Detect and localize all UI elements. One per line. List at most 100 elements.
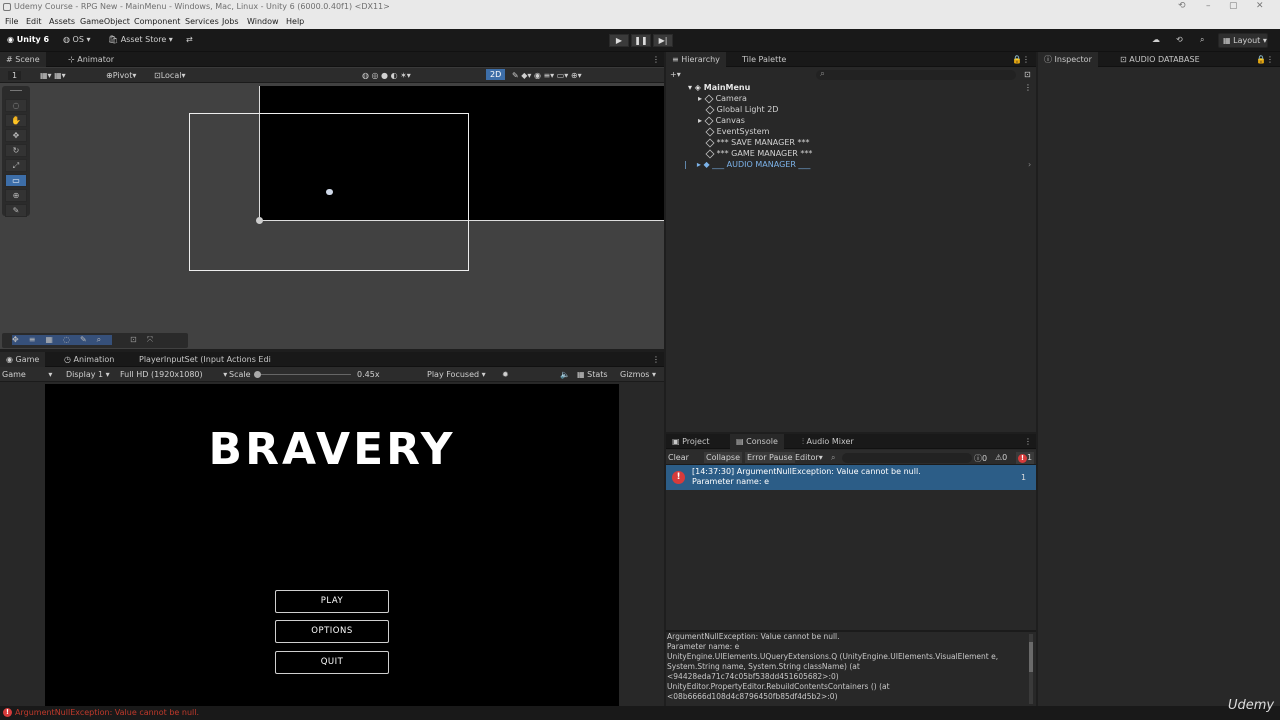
tab-inspector[interactable]: ⓘ Inspector — [1038, 52, 1098, 67]
pause-button[interactable]: ❚❚ — [631, 34, 651, 47]
hierarchy-root-row[interactable]: ▾ ◈ MainMenu ⋮ — [666, 83, 1036, 94]
scale-tool-icon[interactable]: ⤢ — [5, 159, 27, 172]
menu-gameobject[interactable]: GameObject — [80, 17, 130, 26]
view-tool-icon[interactable]: ◌ — [5, 99, 27, 112]
tilemap-tool-icons[interactable]: ✥≡▦◌✎⌕ — [12, 335, 112, 345]
hand-tool-icon[interactable]: ✋ — [5, 114, 27, 127]
toggle-2d-button[interactable]: 2D — [486, 69, 506, 80]
tab-project[interactable]: ▣ Project — [666, 434, 715, 449]
game-mode-dropdown[interactable]: Game ▾ — [2, 370, 52, 379]
create-button[interactable]: +▾ — [670, 70, 681, 79]
rect-tool-icon[interactable]: ▭ — [5, 174, 27, 187]
minimize-button[interactable]: – — [1206, 1, 1211, 11]
maximize-button[interactable]: ▢ — [1229, 1, 1238, 11]
tab-audio-database[interactable]: ⊡ AUDIO DATABASE — [1114, 52, 1206, 67]
play-button[interactable]: ▶ — [609, 34, 629, 47]
tab-input-actions[interactable]: PlayerInputSet (Input Actions Edi — [133, 352, 277, 367]
scene-viewport[interactable] — [0, 83, 664, 349]
editor-dropdown[interactable]: Editor▾ — [795, 453, 823, 462]
resolution-dropdown[interactable]: Full HD (1920x1080) ▾ — [120, 370, 227, 379]
console-search-input[interactable] — [842, 453, 972, 463]
console-menu-icon[interactable]: ⋮ — [1018, 434, 1038, 449]
local-dropdown[interactable]: ⊡Local▾ — [154, 71, 185, 80]
collapse-button[interactable]: Collapse — [704, 452, 742, 463]
scene-menu-icon[interactable]: ⋮ — [646, 52, 666, 67]
grid-icon[interactable]: ▦▾ ▦▾ — [40, 71, 66, 80]
clear-button[interactable]: Clear — [668, 453, 689, 462]
game-viewport[interactable]: BRAVERY PLAY OPTIONS QUIT — [45, 384, 619, 706]
menu-services[interactable]: Services — [185, 17, 219, 26]
play-focused-dropdown[interactable]: Play Focused ▾ — [427, 370, 486, 379]
tab-console[interactable]: ▤ Console — [730, 434, 784, 449]
inspector-lock-icon[interactable]: 🔒⋮ — [1250, 52, 1280, 67]
move-tool-icon[interactable]: ✥ — [5, 129, 27, 142]
search-icon[interactable]: ⌕ — [1200, 35, 1204, 45]
hierarchy-item-save-manager[interactable]: *** SAVE MANAGER *** — [698, 137, 1036, 149]
scale-slider[interactable] — [254, 371, 351, 378]
pivot-dropdown[interactable]: ⊕Pivot▾ — [106, 71, 136, 80]
stacktrace-scrollbar[interactable] — [1029, 634, 1033, 704]
tab-game[interactable]: ◉ Game — [0, 352, 46, 367]
menu-assets[interactable]: Assets — [49, 17, 75, 26]
tab-hierarchy[interactable]: ≡ Hierarchy — [666, 52, 726, 67]
menu-help[interactable]: Help — [286, 17, 304, 26]
quit-menu-button[interactable]: QUIT — [275, 651, 389, 674]
gizmos-dropdown[interactable]: Gizmos ▾ — [620, 370, 656, 379]
console-stacktrace[interactable]: ArgumentNullException: Value cannot be n… — [666, 632, 1028, 706]
menu-file[interactable]: File — [5, 17, 18, 26]
status-message[interactable]: ArgumentNullException: Value cannot be n… — [15, 708, 199, 717]
play-menu-button[interactable]: PLAY — [275, 590, 389, 613]
hierarchy-item-audio-manager[interactable]: | ▸ ◆ ___ AUDIO MANAGER ___ › — [684, 160, 1036, 171]
history-icon[interactable]: ⟲ — [1178, 1, 1186, 11]
hierarchy-item-canvas[interactable]: ▸ Canvas — [698, 115, 1036, 127]
mute-audio-icon[interactable]: 🔈 — [560, 370, 570, 379]
scene-view-icons[interactable]: ✎ ◆▾ ◉ ≡▾ ▭▾ ⊕▾ — [512, 71, 582, 80]
console-log-entry[interactable]: ! [14:37:30] ArgumentNullException: Valu… — [666, 465, 1036, 490]
canvas-pivot-handle[interactable] — [256, 217, 263, 224]
tilemap-extra-icons[interactable]: ⊡⤧ — [130, 335, 163, 345]
unity-account-button[interactable]: ◉ Unity 6 — [7, 35, 49, 44]
tab-scene[interactable]: # Scene — [0, 52, 46, 67]
error-pause-button[interactable]: Error Pause — [745, 452, 795, 463]
menu-jobs[interactable]: Jobs — [222, 17, 239, 26]
stats-button[interactable]: ▦ Stats — [577, 370, 608, 379]
stacktrace-scrollbar-thumb[interactable] — [1029, 642, 1033, 672]
display-dropdown[interactable]: Display 1 ▾ — [66, 370, 110, 379]
shading-icons[interactable]: ◍ ◎ ● ◐ ✶▾ — [362, 71, 411, 80]
hierarchy-item-camera[interactable]: ▸ Camera — [698, 93, 1036, 105]
bug-icon[interactable]: ✹ — [502, 370, 509, 379]
cloud-icon[interactable]: ☁ — [1152, 35, 1160, 44]
hierarchy-item-global-light[interactable]: Global Light 2D — [698, 104, 1036, 116]
options-menu-button[interactable]: OPTIONS — [275, 620, 389, 643]
lock-icon[interactable]: 🔒⋮ — [1006, 52, 1036, 67]
log-count-toggle[interactable]: ⓘ0 — [974, 453, 987, 464]
game-menu-icon[interactable]: ⋮ — [646, 352, 666, 367]
step-button[interactable]: ▶| — [653, 34, 673, 47]
grid-size-field[interactable]: 1 — [8, 71, 22, 80]
transform-tool-icon[interactable]: ⊕ — [5, 189, 27, 202]
layout-dropdown[interactable]: ▦ Layout ▾ — [1218, 33, 1268, 48]
rotate-tool-icon[interactable]: ↻ — [5, 144, 27, 157]
history-icon[interactable]: ⟲ — [1176, 35, 1183, 44]
hierarchy-search-input[interactable]: ⌕ — [816, 69, 1016, 80]
error-count-toggle[interactable]: ! 1 — [1016, 452, 1035, 464]
scene-options-icon[interactable]: ⋮ — [1024, 83, 1032, 92]
hierarchy-item-eventsystem[interactable]: EventSystem — [698, 126, 1036, 138]
tab-audio-mixer[interactable]: ⫶ Audio Mixer — [796, 434, 860, 449]
asset-store-dropdown[interactable]: 🛍 Asset Store ▾ — [108, 35, 173, 44]
version-control-icon[interactable]: ⇄ — [186, 35, 193, 44]
tab-animation[interactable]: ◷ Animation — [58, 352, 120, 367]
scale-slider-thumb[interactable] — [254, 371, 261, 378]
os-dropdown[interactable]: ◍ OS ▾ — [63, 35, 90, 44]
close-button[interactable]: ✕ — [1256, 1, 1264, 11]
custom-tool-icon[interactable]: ✎ — [5, 204, 27, 217]
tab-animator[interactable]: ⊹ Animator — [62, 52, 120, 67]
hierarchy-search-options-icon[interactable]: ⊡ — [1024, 70, 1031, 79]
status-bar[interactable]: ! ArgumentNullException: Value cannot be… — [0, 698, 1280, 720]
console-search-icon[interactable]: ⌕ — [831, 453, 835, 463]
menu-window[interactable]: Window — [247, 17, 279, 26]
tab-tile-palette[interactable]: Tile Palette — [736, 52, 792, 67]
hierarchy-item-game-manager[interactable]: *** GAME MANAGER *** — [698, 148, 1036, 160]
menu-edit[interactable]: Edit — [26, 17, 42, 26]
warning-count-toggle[interactable]: ⚠0 — [995, 453, 1007, 462]
